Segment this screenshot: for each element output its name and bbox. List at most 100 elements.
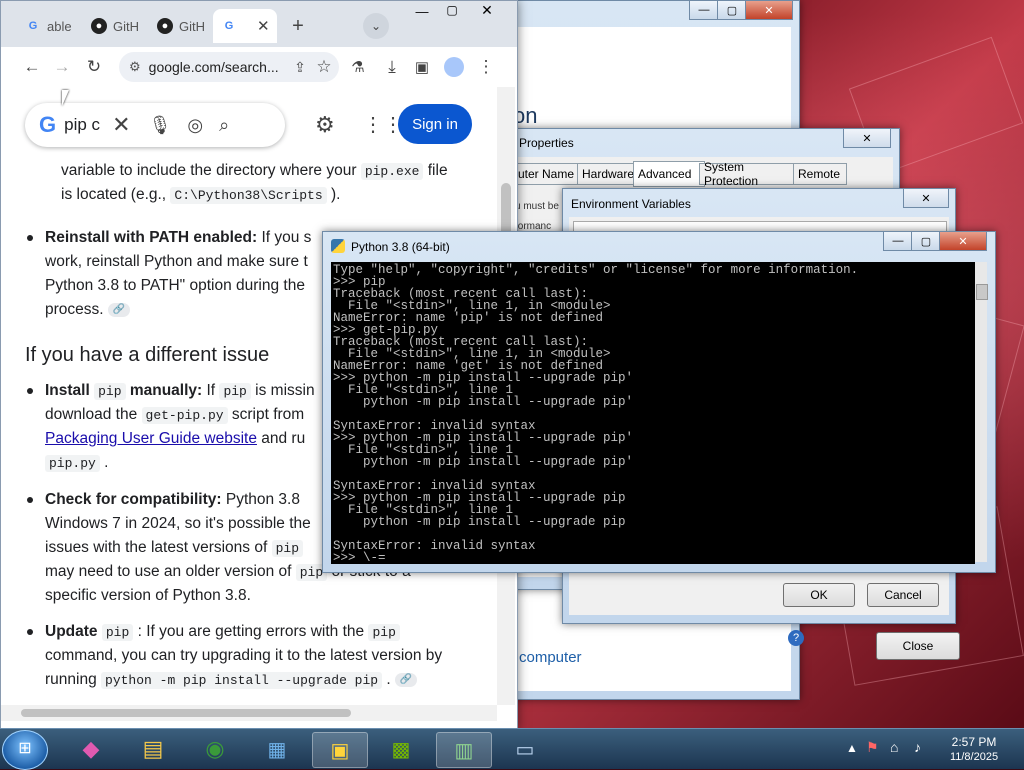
scrollbar-thumb[interactable] [976,284,988,300]
minimize-button[interactable]: — [689,1,719,20]
taskbar-explorer[interactable]: ▤ [126,732,180,766]
computer-icon: ▭ [515,738,535,761]
reload-icon[interactable]: ↻ [83,56,105,78]
minimize-button[interactable]: — [883,232,913,251]
link-icon[interactable]: 🔗 [395,672,418,687]
console-output[interactable]: Type "help", "copyright", "credits" or "… [331,262,975,564]
console-line: python -m pip install --upgrade pip' [333,455,634,469]
tab-hardware[interactable]: Hardware [577,163,639,185]
link-icon[interactable]: 🔗 [107,302,130,317]
console-scrollbar[interactable] [975,262,988,562]
bookmark-star-icon[interactable]: ☆ [313,56,335,78]
new-tab-button[interactable]: + [287,15,309,37]
clock-date[interactable]: 11/8/2025 [946,751,1002,763]
maximize-button[interactable]: ▢ [717,1,747,20]
windows-logo-icon: ⊞ [18,740,32,757]
tab-system-protection[interactable]: System Protection [699,160,799,188]
close-button[interactable]: ✕ [473,2,501,19]
tab-advanced[interactable]: Advanced [633,161,705,187]
search-icon[interactable]: ⌕ [219,115,229,136]
ok-button[interactable]: OK [783,583,855,607]
lens-camera-icon[interactable]: ◎ [187,115,203,136]
cancel-button[interactable]: Cancel [867,583,939,607]
taskbar-remote[interactable]: ▭ [498,732,552,766]
text: variable to include the directory where … [61,162,357,179]
minimize-button[interactable]: — [409,4,435,19]
network-icon[interactable]: ⌂ [890,739,898,755]
volume-icon[interactable]: ♪ [914,739,921,755]
taskbar-app-1[interactable]: ◆ [64,732,118,766]
close-button[interactable]: ✕ [843,129,891,148]
text-line: variable to include the directory where … [61,159,497,184]
browser-tab-active[interactable]: G ✕ [213,9,277,43]
side-panel-icon[interactable]: ▣ [411,56,433,78]
start-button[interactable]: ⊞ [2,730,48,770]
maximize-button[interactable]: ▢ [911,232,941,251]
inline-code: pip [219,383,251,400]
tray-expand-icon[interactable]: ▲ [846,741,858,755]
packaging-guide-link[interactable]: Packaging User Guide website [45,430,257,447]
tab-search-chevron-icon[interactable]: ⌄ [363,13,389,39]
inline-code: pip.py [45,455,100,472]
taskbar-control-panel[interactable]: ▦ [250,732,304,766]
google-icon: G [224,20,234,32]
taskbar-python[interactable]: ▣ [312,732,368,768]
download-icon[interactable]: ⤓ [381,56,403,78]
bold-label: Reinstall with PATH enabled: [45,229,258,246]
tab-close-icon[interactable]: ✕ [257,17,270,35]
tab-label: GitH [179,18,205,34]
dialog-text-fragment: u must be [515,201,559,212]
browser-tab[interactable]: ● GitH [83,9,143,43]
bold-label: Check for compatibility: [45,491,222,508]
share-icon[interactable]: ⇪ [289,56,311,78]
console-line: SyntaxError: invalid syntax [333,539,536,553]
console-line: python -m pip install --upgrade pip' [333,395,634,409]
taskbar: ⊞ ◆ ▤ ◉ ▦ ▣ ▩ ▥ ▭ ▲ ⚑ ⌂ ♪ 2:57 PM 11/8/2… [0,728,1024,770]
close-button[interactable]: ✕ [939,232,987,251]
horizontal-scrollbar[interactable] [1,705,497,721]
clock-time[interactable]: 2:57 PM [946,735,1002,749]
text: ). [330,186,341,203]
labs-flask-icon[interactable]: ⚗ [347,56,369,78]
close-dialog-button[interactable]: Close [876,632,960,660]
chrome-icon: ◉ [205,736,225,761]
taskbar-system[interactable]: ▥ [436,732,492,768]
site-info-icon[interactable]: ⚙ [129,59,141,75]
browser-tab[interactable]: ● GitH [149,9,209,43]
clear-search-icon[interactable]: ✕ [112,112,130,138]
browser-tab[interactable]: G able [17,9,77,43]
google-search-box[interactable]: G pip c ✕ 🎙 ◎ ⌕ [25,103,285,147]
settings-gear-icon[interactable]: ⚙ [315,112,335,138]
microphone-icon[interactable]: 🎙 [149,115,172,136]
computer-link[interactable]: computer [519,649,582,666]
python-icon [331,239,345,253]
text-line: specific version of Python 3.8. [45,587,251,604]
kebab-menu-icon[interactable]: ⋮ [475,56,497,78]
maximize-button[interactable]: ▢ [439,3,465,17]
inline-code: get-pip.py [141,407,228,424]
browser-toolbar: ← → ↻ ⚙ google.com/search... ⇪ ☆ ⚗ ⤓ ▣ ⋮ [1,47,517,87]
tab-remote[interactable]: Remote [793,163,847,185]
close-button[interactable]: ✕ [745,1,793,20]
python-console-window[interactable]: Python 3.8 (64-bit) — ▢ ✕ Type "help", "… [322,231,996,573]
back-arrow-icon[interactable]: ← [21,56,43,78]
text: . [104,454,109,471]
console-title: Python 3.8 (64-bit) [351,240,450,254]
bold-label: Install [45,382,90,399]
bullet-dot [27,497,33,503]
close-button[interactable]: ✕ [903,189,949,208]
forward-arrow-icon[interactable]: → [51,56,73,78]
dialog-title: Properties [519,136,574,150]
inline-code: pip [271,540,303,557]
sign-in-button[interactable]: Sign in [398,104,472,144]
search-input[interactable]: pip c [64,115,100,135]
text-line: command, you can try upgrading it to the… [45,647,443,664]
tab-computer-name[interactable]: uter Name [513,163,581,185]
github-icon: ● [157,18,173,34]
taskbar-nvidia[interactable]: ▩ [374,732,428,766]
profile-avatar-icon[interactable] [443,56,465,78]
scrollbar-thumb[interactable] [21,709,351,717]
bullet-dot [27,629,33,635]
action-center-flag-icon[interactable]: ⚑ [866,739,879,756]
taskbar-chrome[interactable]: ◉ [188,732,242,766]
